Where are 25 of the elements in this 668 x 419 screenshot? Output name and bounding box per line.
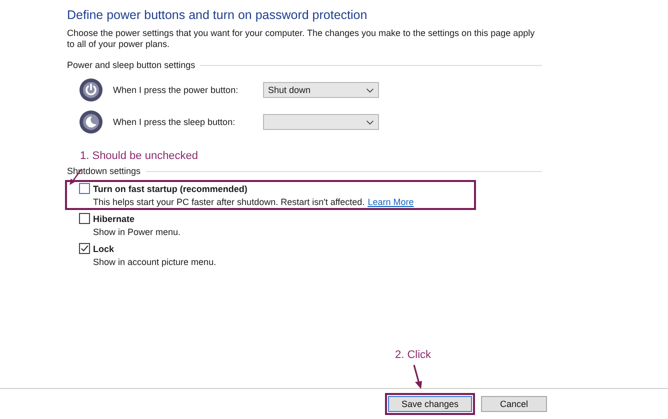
option-label[interactable]: Lock bbox=[93, 244, 114, 254]
chevron-down-icon bbox=[366, 88, 374, 92]
option-label[interactable]: Hibernate bbox=[93, 214, 135, 224]
cancel-button[interactable]: Cancel bbox=[481, 396, 547, 412]
moon-icon bbox=[79, 110, 103, 134]
option-description: This helps start your PC faster after shutdown. Restart isn't affected. bbox=[93, 197, 365, 207]
page-title: Define power buttons and turn on password protection bbox=[67, 8, 368, 22]
annotation-text: 2. Click bbox=[395, 349, 432, 361]
annotation-arrow bbox=[411, 364, 425, 390]
section-heading: Power and sleep button settings bbox=[67, 60, 196, 70]
annotation-text: 1. Should be unchecked bbox=[80, 150, 198, 162]
chevron-down-icon bbox=[366, 120, 374, 124]
dropdown[interactable]: Shut down bbox=[263, 82, 379, 98]
option-description: Show in Power menu. bbox=[93, 227, 181, 237]
learn-more-link[interactable]: Learn More bbox=[368, 197, 414, 207]
option-description: Show in account picture menu. bbox=[93, 257, 216, 267]
save-button[interactable]: Save changes bbox=[388, 396, 472, 412]
setting-label: When I press the sleep button: bbox=[113, 117, 236, 127]
option-label[interactable]: Turn on fast startup (recommended) bbox=[93, 184, 248, 194]
page-description: Choose the power settings that you want for your computer. The changes you make to the settings on this page apply to all of your power plans. bbox=[67, 28, 536, 50]
setting-label: When I press the power button: bbox=[113, 85, 240, 95]
checkbox[interactable] bbox=[79, 213, 90, 224]
power-icon bbox=[79, 78, 103, 102]
checkbox[interactable] bbox=[79, 183, 90, 194]
checkbox[interactable] bbox=[79, 243, 90, 254]
